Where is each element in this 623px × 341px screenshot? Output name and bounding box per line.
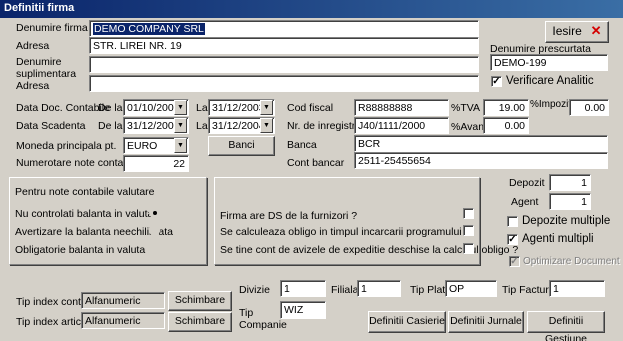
valutare-option-2-label: Obligatorie balanta in valuta xyxy=(15,244,146,256)
cont-bancar-label: Cont bancar xyxy=(287,157,345,169)
chevron-down-icon[interactable]: ▼ xyxy=(260,118,273,133)
chevron-down-icon[interactable]: ▼ xyxy=(260,100,273,115)
scad-to-date[interactable]: 31/12/2004 ▼ xyxy=(208,117,275,134)
banca-label: Banca xyxy=(287,139,317,151)
verificare-analitic-label: Verificare Analitic xyxy=(506,75,594,87)
furnizori-item-0-checkbox[interactable] xyxy=(463,208,474,219)
moneda-label: Moneda principala pt. xyxy=(16,140,117,152)
denumire-firma-field[interactable]: DEMO COMPANY SRL xyxy=(89,20,479,37)
denumire-firma-value: DEMO COMPANY SRL xyxy=(93,23,205,35)
divizie-label: Divizie xyxy=(239,284,270,296)
doc-from-date[interactable]: 01/10/2003 ▼ xyxy=(123,99,189,116)
index-conturi-change-button[interactable]: Schimbare xyxy=(168,291,232,311)
tva-label: %TVA xyxy=(451,102,480,114)
tip-factura-field[interactable]: 1 xyxy=(549,280,605,297)
agent-label: Agent xyxy=(511,196,539,208)
doc-to-date[interactable]: 31/12/2003 ▼ xyxy=(208,99,275,116)
exit-button[interactable]: Iesire ✕ xyxy=(545,21,609,43)
banci-button[interactable]: Banci xyxy=(208,136,275,156)
la-label-scad: La xyxy=(196,120,208,132)
de-la-label-doc: De la: xyxy=(98,102,126,114)
definitii-casierie-button[interactable]: Definitii Casierie xyxy=(368,311,446,333)
banca-field[interactable]: BCR xyxy=(354,135,608,152)
avans-field[interactable]: 0.00 xyxy=(483,117,529,134)
nr-inregistrare-field[interactable]: J40/1111/2000 xyxy=(354,117,449,134)
tip-plata-field[interactable]: OP xyxy=(445,280,497,297)
depozit-label: Depozit xyxy=(509,177,545,189)
tip-factura-label: Tip Factura xyxy=(502,284,555,296)
cont-bancar-field[interactable]: 2511-25455654 xyxy=(354,152,608,169)
index-articole-field: Alfanumeric xyxy=(81,312,165,329)
index-articole-change-button[interactable]: Schimbare xyxy=(168,312,232,332)
tva-field[interactable]: 19.00 xyxy=(483,99,529,116)
definitii-gestiune-button[interactable]: Definitii Gestiune xyxy=(527,311,605,341)
depozite-multiple-checkbox[interactable] xyxy=(507,216,518,227)
valutare-option-0-radio[interactable] xyxy=(149,207,160,218)
la-label-doc: La xyxy=(196,102,208,114)
adresa2-label: Adresa xyxy=(16,80,50,92)
chevron-down-icon[interactable]: ▼ xyxy=(174,138,187,153)
numerotare-field[interactable]: 22 xyxy=(123,155,189,172)
adresa-label: Adresa xyxy=(16,40,50,52)
exit-label: Iesire xyxy=(552,24,582,38)
window-title: Definitii firma xyxy=(0,0,623,18)
numerotare-label: Numerotare note contabile xyxy=(16,157,140,169)
adresa-field[interactable]: STR. LIREI NR. 19 xyxy=(89,37,479,54)
denumire-prescurtata-field[interactable]: DEMO-199 xyxy=(490,54,608,71)
divizie-field[interactable]: 1 xyxy=(280,280,326,297)
tip-companie-field[interactable]: WIZ xyxy=(280,301,326,319)
agent-field[interactable]: 1 xyxy=(549,193,591,210)
definitii-jurnale-button[interactable]: Definitii Jurnale xyxy=(448,311,524,333)
denumire-suplimentara-field[interactable] xyxy=(89,56,479,73)
furnizori-item-0-label: Firma are DS de la furnizori ? xyxy=(220,210,358,222)
de-la-label-scad: De la: xyxy=(98,120,126,132)
optimizare-document-label: Optimizare Document xyxy=(523,256,620,267)
index-conturi-field: Alfanumeric xyxy=(81,292,165,309)
depozite-multiple-label: Depozite multiple xyxy=(522,215,611,227)
valutare-option-1-radio[interactable] xyxy=(149,225,160,236)
filiala-field[interactable]: 1 xyxy=(357,280,401,297)
depozit-field[interactable]: 1 xyxy=(549,174,591,191)
agenti-multipli-label: Agenti multipli xyxy=(522,233,594,245)
furnizori-item-2-checkbox[interactable] xyxy=(463,243,474,254)
adresa2-field[interactable] xyxy=(89,75,479,92)
impozit-label: %Impozit xyxy=(530,99,572,110)
valutare-title: Pentru note contabile valutare xyxy=(15,186,155,198)
data-doc-label: Data Doc. Contabile xyxy=(16,102,110,114)
scad-from-date[interactable]: 31/12/2002 ▼ xyxy=(123,117,189,134)
cod-fiscal-field[interactable]: R88888888 xyxy=(354,99,449,116)
furnizori-item-1-checkbox[interactable] xyxy=(463,225,474,236)
moneda-select[interactable]: EURO ▼ xyxy=(123,137,189,154)
chevron-down-icon[interactable]: ▼ xyxy=(174,100,187,115)
valutare-option-0-label: Nu controlati balanta in valuta xyxy=(15,208,154,220)
optimizare-document-checkbox: ✓ xyxy=(509,256,520,267)
impozit-field[interactable]: 0.00 xyxy=(569,99,609,116)
denumire-firma-label: Denumire firma xyxy=(16,22,88,34)
agenti-multipli-checkbox[interactable]: ✓ xyxy=(507,234,518,245)
verificare-analitic-checkbox[interactable]: ✓ xyxy=(491,76,502,87)
filiala-label: Filiala xyxy=(331,284,359,296)
denumire-suplimentara-label: Denumire suplimentara xyxy=(16,56,77,80)
furnizori-item-1-label: Se calculeaza obligo in timpul incarcari… xyxy=(220,226,471,238)
chevron-down-icon[interactable]: ▼ xyxy=(174,118,187,133)
valutare-option-2-radio[interactable] xyxy=(149,243,160,254)
data-scadenta-label: Data Scadenta xyxy=(16,120,86,132)
close-icon: ✕ xyxy=(590,23,602,38)
cod-fiscal-label: Cod fiscal xyxy=(287,102,334,114)
